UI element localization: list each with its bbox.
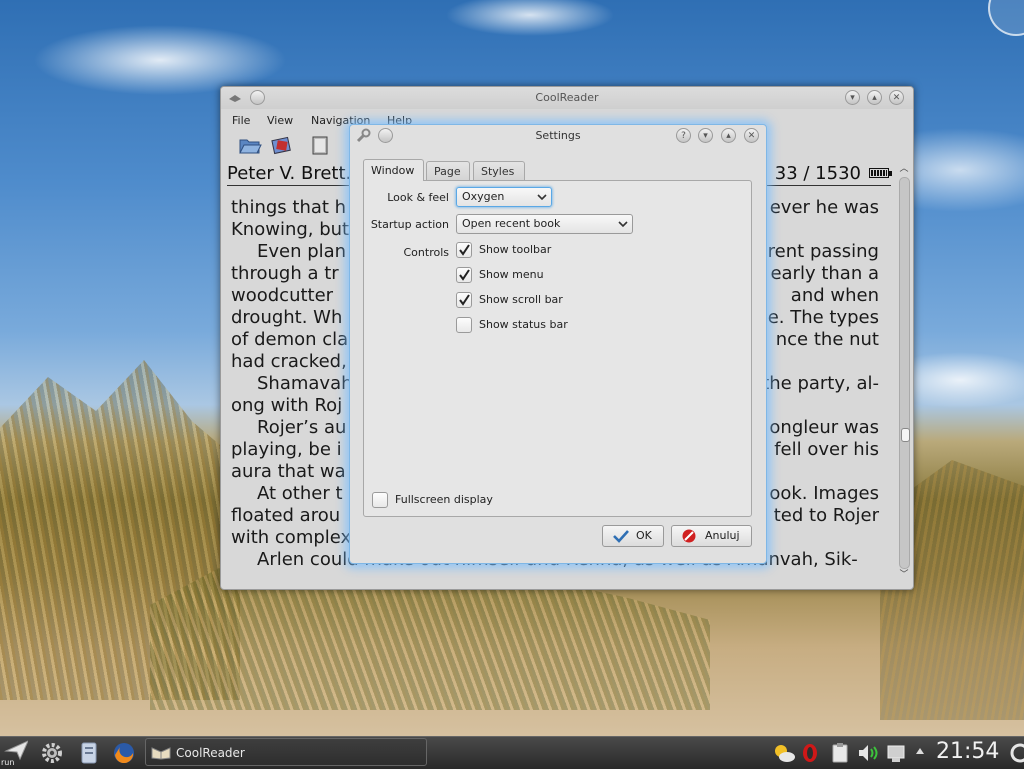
- taskbar-entry-label: CoolReader: [176, 746, 245, 760]
- file-manager-icon[interactable]: [77, 741, 101, 765]
- tab-styles[interactable]: Styles: [473, 161, 525, 180]
- book-author: Peter V. Brett.: [227, 163, 352, 184]
- menu-view[interactable]: View: [267, 114, 293, 127]
- coolreader-app-icon: [151, 747, 171, 760]
- startup-action-value: Open recent book: [462, 217, 561, 230]
- scroll-track[interactable]: [899, 177, 910, 569]
- scroll-down-icon[interactable]: ﹀: [897, 569, 911, 581]
- look-and-feel-value: Oxygen: [462, 190, 505, 203]
- system-settings-icon[interactable]: [40, 741, 64, 765]
- tab-page[interactable]: Page: [426, 161, 470, 180]
- look-and-feel-select[interactable]: Oxygen: [456, 187, 552, 207]
- tray-expand-icon[interactable]: [914, 745, 938, 769]
- taskbar-entry-coolreader[interactable]: CoolReader: [145, 738, 427, 766]
- maximize-icon[interactable]: ▴: [721, 128, 736, 143]
- help-icon[interactable]: ?: [676, 128, 691, 143]
- scroll-thumb[interactable]: [901, 428, 910, 442]
- checkbox-label: Show toolbar: [479, 243, 552, 256]
- network-icon[interactable]: [884, 741, 908, 765]
- checkbox-box[interactable]: [456, 292, 472, 308]
- checkmark-icon: [459, 294, 470, 306]
- panel-toolbox-icon[interactable]: [1006, 741, 1024, 765]
- minimize-icon[interactable]: ▾: [845, 90, 860, 105]
- checkbox-box[interactable]: [456, 267, 472, 283]
- clipboard-icon[interactable]: [829, 741, 853, 765]
- ok-label: OK: [636, 529, 652, 542]
- show-toolbar-checkbox[interactable]: Show toolbar: [456, 242, 606, 260]
- opera-icon[interactable]: [801, 741, 825, 765]
- main-window-title: CoolReader: [535, 91, 599, 104]
- fullscreen-display-checkbox[interactable]: Fullscreen display: [372, 492, 532, 510]
- checkbox-label: Show scroll bar: [479, 293, 563, 306]
- menu-file[interactable]: File: [232, 114, 250, 127]
- tab-window[interactable]: Window: [363, 159, 424, 181]
- checkmark-icon: [613, 530, 629, 543]
- page-position: 33 / 1530: [774, 163, 861, 184]
- checkbox-box[interactable]: [456, 317, 472, 333]
- ok-button[interactable]: OK: [602, 525, 664, 547]
- close-icon[interactable]: ✕: [889, 90, 904, 105]
- look-and-feel-label: Look & feel: [387, 191, 449, 204]
- minimize-icon[interactable]: ▾: [698, 128, 713, 143]
- show-menu-checkbox[interactable]: Show menu: [456, 267, 606, 285]
- checkbox-box[interactable]: [372, 492, 388, 508]
- main-titlebar[interactable]: CoolReader ▾ ▴ ✕: [221, 87, 913, 109]
- close-icon[interactable]: ✕: [744, 128, 759, 143]
- window-settings-panel: Look & feel Oxygen Startup action Open r…: [363, 180, 752, 517]
- controls-label: Controls: [403, 246, 450, 259]
- show-status-bar-checkbox[interactable]: Show status bar: [456, 317, 606, 335]
- show-scroll-bar-checkbox[interactable]: Show scroll bar: [456, 292, 606, 310]
- checkmark-icon: [459, 244, 470, 256]
- startup-action-label: Startup action: [370, 218, 449, 231]
- battery-icon: [869, 168, 892, 178]
- weather-icon[interactable]: [771, 741, 795, 765]
- book-info-icon[interactable]: [307, 133, 333, 157]
- open-file-icon[interactable]: [237, 133, 263, 157]
- recent-books-icon[interactable]: [269, 133, 295, 157]
- launcher-label: run: [1, 758, 15, 767]
- volume-icon[interactable]: [856, 741, 880, 765]
- clock[interactable]: 21:54: [936, 739, 999, 764]
- vertical-scrollbar[interactable]: ︿ ﹀: [897, 163, 911, 583]
- chevron-down-icon: [618, 221, 628, 228]
- chevron-down-icon: [537, 194, 547, 201]
- firefox-icon[interactable]: [112, 741, 136, 765]
- cancel-button[interactable]: Anuluj: [671, 525, 752, 547]
- cancel-label: Anuluj: [705, 529, 740, 542]
- checkbox-box[interactable]: [456, 242, 472, 258]
- checkbox-label: Show menu: [479, 268, 544, 281]
- checkbox-label: Fullscreen display: [395, 493, 493, 506]
- scroll-up-icon[interactable]: ︿: [897, 163, 911, 175]
- startup-action-select[interactable]: Open recent book: [456, 214, 633, 234]
- cancel-icon: [682, 529, 696, 543]
- checkbox-label: Show status bar: [479, 318, 568, 331]
- settings-dialog: Settings ? ▾ ▴ ✕ Window Page Styles Look…: [349, 124, 767, 564]
- taskbar: run CoolReader 21:54: [0, 736, 1024, 769]
- checkmark-icon: [459, 269, 470, 281]
- maximize-icon[interactable]: ▴: [867, 90, 882, 105]
